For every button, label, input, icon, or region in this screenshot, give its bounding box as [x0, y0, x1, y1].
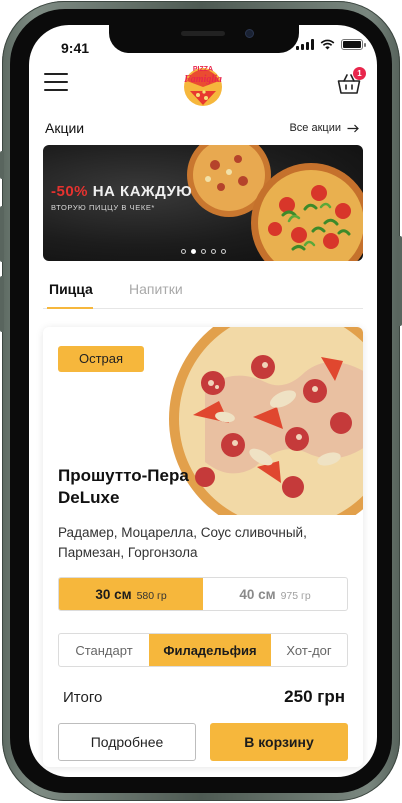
cellular-signal-icon [296, 39, 314, 50]
earpiece-speaker [181, 31, 225, 36]
cart-count-badge: 1 [353, 67, 366, 80]
product-name: Прошутто-Пера DeLuxe [58, 466, 189, 507]
total-price: 250 грн [284, 687, 345, 706]
active-tab-indicator [47, 307, 93, 309]
volume-down-button [0, 276, 4, 332]
all-promos-link[interactable]: Все акции [289, 122, 359, 134]
product-description: Радамер, Моцарелла, Соус сливочный, Парм… [58, 525, 307, 560]
logo-line1: PIZZA [193, 66, 213, 73]
all-promos-label: Все акции [289, 122, 341, 134]
wifi-icon [320, 39, 335, 50]
battery-icon [341, 39, 366, 50]
details-button[interactable]: Подробнее [58, 723, 196, 761]
mute-switch [0, 151, 4, 179]
crust-option-standard[interactable]: Стандарт [59, 634, 149, 666]
banner-subline: ВТОРУЮ ПИЦЦУ В ЧЕКЕ* [51, 203, 155, 212]
front-camera [245, 29, 254, 38]
arrow-right-icon [347, 124, 359, 132]
banner-discount: -50% [51, 183, 89, 200]
carousel-dot[interactable] [221, 249, 226, 254]
promos-title: Акции [45, 120, 85, 136]
size-selector: 30 см 580 гр 40 см 975 гр [58, 577, 348, 611]
hamburger-menu-icon[interactable] [44, 73, 68, 91]
size-option-40[interactable]: 40 см 975 гр [203, 578, 347, 610]
size-label: 40 см [239, 587, 276, 602]
product-card: Острая Прошутто-Пера DeLuxe Радамер, Моц… [43, 327, 363, 767]
carousel-dot[interactable] [211, 249, 216, 254]
crust-selector: Стандарт Филадельфия Хот-дог [58, 633, 348, 667]
notch [109, 25, 299, 53]
status-time: 9:41 [61, 40, 90, 56]
app-screen: 9:41 PIZZA Famiglia 1 Акции Все акции -5… [29, 25, 377, 777]
tab-pizza[interactable]: Пицца [49, 281, 93, 297]
promo-banner[interactable]: -50% НА КАЖДУЮ ВТОРУЮ ПИЦЦУ В ЧЕКЕ* [43, 145, 363, 261]
crust-option-philadelphia[interactable]: Филадельфия [149, 634, 271, 666]
carousel-dot[interactable] [201, 249, 206, 254]
logo-line2: Famiglia [183, 74, 222, 85]
carousel-dots [181, 249, 226, 254]
category-tabs: Пицца Напитки [43, 275, 363, 309]
status-icons [296, 39, 366, 50]
power-button [398, 236, 402, 326]
size-weight: 975 гр [280, 590, 311, 602]
crust-option-hotdog[interactable]: Хот-дог [271, 634, 347, 666]
phone-frame: 9:41 PIZZA Famiglia 1 Акции Все акции -5… [0, 1, 402, 801]
cart-button[interactable]: 1 [337, 67, 366, 95]
total-label: Итого [63, 689, 103, 706]
size-weight: 580 гр [136, 590, 167, 602]
carousel-dot-active[interactable] [191, 249, 196, 254]
tab-drinks[interactable]: Напитки [129, 281, 183, 297]
carousel-dot[interactable] [181, 249, 186, 254]
banner-headline-text: НА КАЖДУЮ [92, 183, 193, 200]
spicy-badge: Острая [58, 346, 144, 372]
volume-up-button [0, 206, 4, 262]
size-option-30[interactable]: 30 см 580 гр [59, 578, 203, 610]
add-to-cart-button[interactable]: В корзину [210, 723, 348, 761]
size-label: 30 см [95, 587, 132, 602]
logo[interactable]: PIZZA Famiglia [180, 61, 226, 107]
banner-headline: -50% НА КАЖДУЮ [51, 183, 192, 200]
